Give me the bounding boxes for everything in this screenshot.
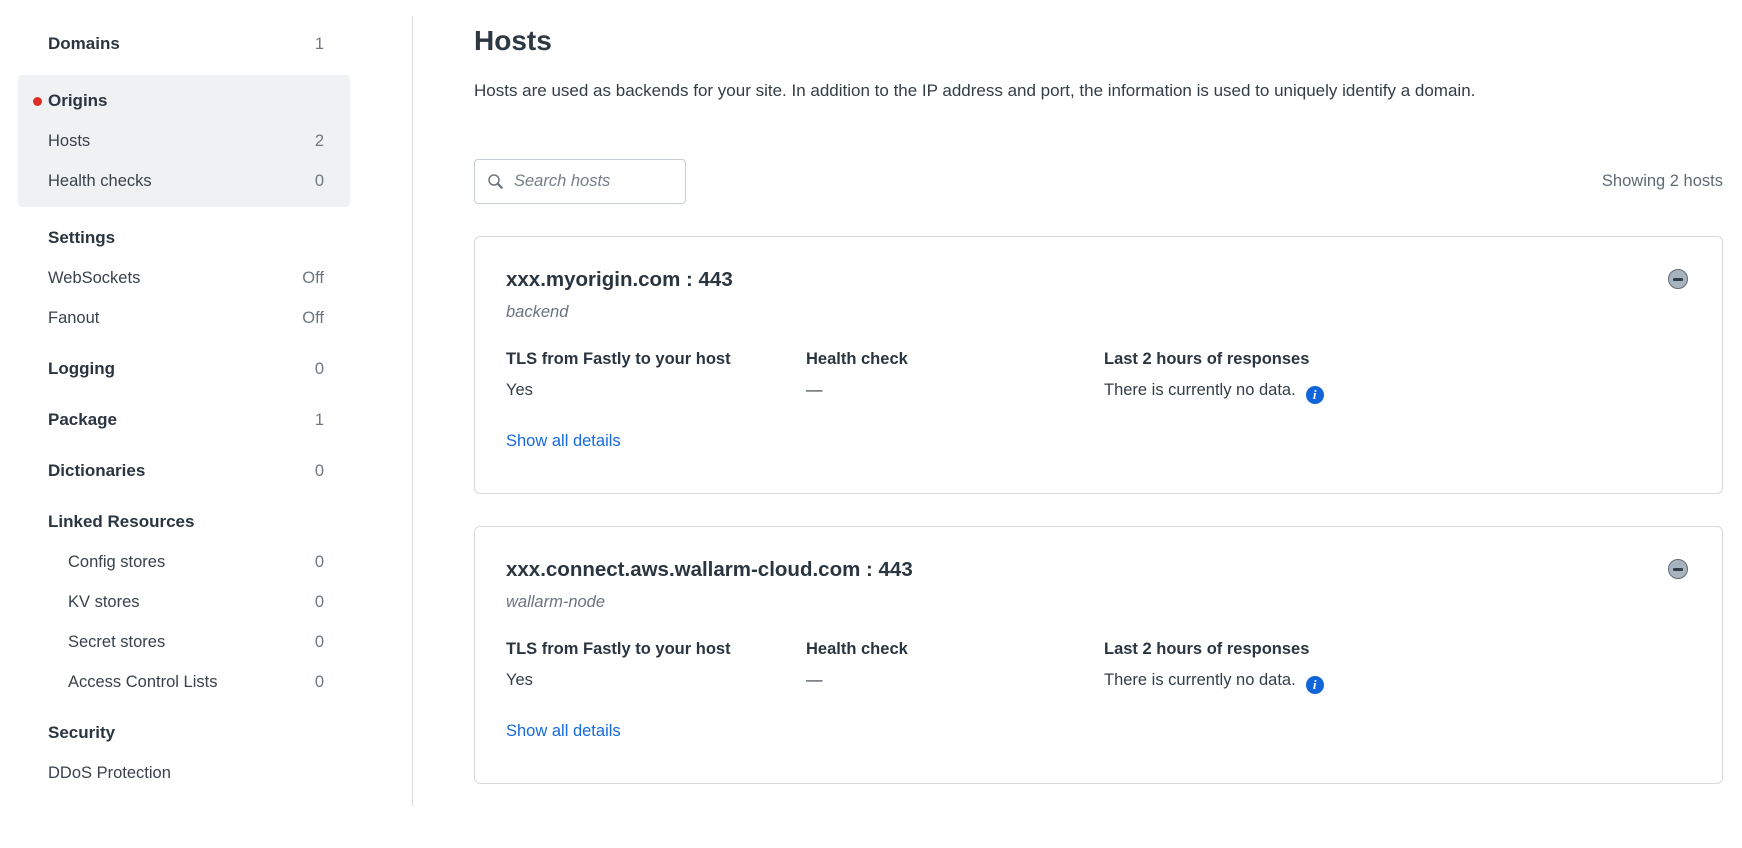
search-icon: [487, 173, 504, 190]
page-title: Hosts: [474, 24, 1723, 58]
responses-text: There is currently no data.: [1104, 671, 1296, 689]
host-card-list: xxx.myorigin.com : 443 backend TLS from …: [474, 236, 1723, 784]
sidebar-item-label: Config stores: [68, 553, 315, 572]
host-card: xxx.connect.aws.wallarm-cloud.com : 443 …: [474, 526, 1723, 784]
sidebar-item-access-control-lists[interactable]: Access Control Lists 0: [18, 662, 350, 702]
search-hosts-input[interactable]: [514, 172, 673, 191]
sidebar-item-count: 0: [315, 462, 324, 481]
host-name: backend: [506, 301, 1692, 323]
sidebar-heading-settings: Settings: [18, 218, 350, 258]
sidebar-item-label: Linked Resources: [48, 512, 324, 532]
sidebar-item-hosts[interactable]: Hosts 2: [18, 121, 350, 161]
sidebar-item-count: 0: [315, 673, 324, 692]
host-card: xxx.myorigin.com : 443 backend TLS from …: [474, 236, 1723, 494]
responses-column: Last 2 hours of responses There is curre…: [1104, 349, 1692, 404]
collapse-host-button[interactable]: [1668, 269, 1688, 289]
responses-value: There is currently no data.: [1104, 670, 1692, 694]
tls-value: Yes: [506, 670, 806, 691]
sidebar-item-label: Package: [48, 410, 315, 430]
host-address: xxx.connect.aws.wallarm-cloud.com : 443: [506, 557, 1692, 583]
sidebar-heading-security: Security: [18, 713, 350, 753]
responses-label: Last 2 hours of responses: [1104, 639, 1692, 660]
health-check-label: Health check: [806, 639, 1104, 660]
sidebar-item-count: 2: [315, 132, 324, 151]
sidebar-item-label: KV stores: [68, 593, 315, 612]
sidebar-item-label: Access Control Lists: [68, 673, 315, 692]
sidebar-item-secret-stores[interactable]: Secret stores 0: [18, 622, 350, 662]
tls-value: Yes: [506, 380, 806, 401]
sidebar-item-config-stores[interactable]: Config stores 0: [18, 542, 350, 582]
sidebar-heading-linked-resources: Linked Resources: [18, 502, 350, 542]
sidebar-divider: [412, 16, 413, 806]
showing-hosts-count: Showing 2 hosts: [1602, 172, 1723, 191]
sidebar-item-health-checks[interactable]: Health checks 0: [18, 161, 350, 201]
sidebar-item-domains[interactable]: Domains 1: [18, 24, 350, 64]
responses-label: Last 2 hours of responses: [1104, 349, 1692, 370]
sidebar-item-count: Off: [302, 309, 324, 328]
sidebar-item-origins[interactable]: Origins: [18, 81, 350, 121]
tls-label: TLS from Fastly to your host: [506, 639, 806, 660]
search-box: [474, 159, 686, 204]
host-address: xxx.myorigin.com : 443: [506, 267, 1692, 293]
show-all-details-link[interactable]: Show all details: [506, 432, 621, 451]
health-check-label: Health check: [806, 349, 1104, 370]
sidebar-item-label: Domains: [48, 34, 315, 54]
info-icon[interactable]: [1306, 386, 1324, 404]
sidebar-item-kv-stores[interactable]: KV stores 0: [18, 582, 350, 622]
sidebar-item-logging[interactable]: Logging 0: [18, 349, 350, 389]
tls-label: TLS from Fastly to your host: [506, 349, 806, 370]
sidebar-item-dictionaries[interactable]: Dictionaries 0: [18, 451, 350, 491]
responses-text: There is currently no data.: [1104, 381, 1296, 399]
service-configuration-page: Domains 1 Origins Hosts 2 Health checks …: [0, 0, 1742, 848]
page-description: Hosts are used as backends for your site…: [474, 76, 1529, 105]
sidebar-item-label: Fanout: [48, 309, 302, 328]
sidebar-item-label: Logging: [48, 359, 315, 379]
tls-column: TLS from Fastly to your host Yes: [506, 349, 806, 404]
sidebar-item-count: 0: [315, 360, 324, 379]
responses-value: There is currently no data.: [1104, 380, 1692, 404]
hosts-panel: Hosts Hosts are used as backends for you…: [474, 0, 1723, 784]
sidebar: Domains 1 Origins Hosts 2 Health checks …: [0, 0, 412, 848]
responses-column: Last 2 hours of responses There is curre…: [1104, 639, 1692, 694]
sidebar-item-label: Origins: [48, 91, 324, 111]
sidebar-item-label: Settings: [48, 228, 324, 248]
sidebar-item-websockets[interactable]: WebSockets Off: [18, 258, 350, 298]
sidebar-item-fanout[interactable]: Fanout Off: [18, 298, 350, 338]
health-check-column: Health check —: [806, 349, 1104, 404]
sidebar-item-label: Secret stores: [68, 633, 315, 652]
sidebar-item-count: 1: [315, 411, 324, 430]
health-check-value: —: [806, 670, 1104, 691]
host-detail-columns: TLS from Fastly to your host Yes Health …: [506, 639, 1692, 694]
sidebar-item-label: Security: [48, 723, 324, 743]
health-check-value: —: [806, 380, 1104, 401]
host-detail-columns: TLS from Fastly to your host Yes Health …: [506, 349, 1692, 404]
sidebar-active-group-origins: Origins Hosts 2 Health checks 0: [18, 75, 350, 207]
show-all-details-link[interactable]: Show all details: [506, 722, 621, 741]
sidebar-item-label: Health checks: [48, 172, 315, 191]
host-name: wallarm-node: [506, 591, 1692, 613]
hosts-toolbar: Showing 2 hosts: [474, 159, 1723, 204]
minus-icon: [1673, 568, 1683, 571]
sidebar-item-package[interactable]: Package 1: [18, 400, 350, 440]
sidebar-item-count: 0: [315, 553, 324, 572]
sidebar-item-count: 0: [315, 593, 324, 612]
sidebar-item-label: Hosts: [48, 132, 315, 151]
sidebar-item-ddos-protection[interactable]: DDoS Protection: [18, 753, 350, 793]
minus-icon: [1673, 278, 1683, 281]
tls-column: TLS from Fastly to your host Yes: [506, 639, 806, 694]
sidebar-item-label: Dictionaries: [48, 461, 315, 481]
sidebar-item-count: Off: [302, 269, 324, 288]
sidebar-item-count: 0: [315, 172, 324, 191]
active-page-dot-icon: [33, 97, 42, 106]
health-check-column: Health check —: [806, 639, 1104, 694]
info-icon[interactable]: [1306, 676, 1324, 694]
sidebar-item-label: DDoS Protection: [48, 764, 324, 783]
sidebar-item-count: 0: [315, 633, 324, 652]
collapse-host-button[interactable]: [1668, 559, 1688, 579]
sidebar-item-label: WebSockets: [48, 269, 302, 288]
sidebar-item-count: 1: [315, 35, 324, 54]
